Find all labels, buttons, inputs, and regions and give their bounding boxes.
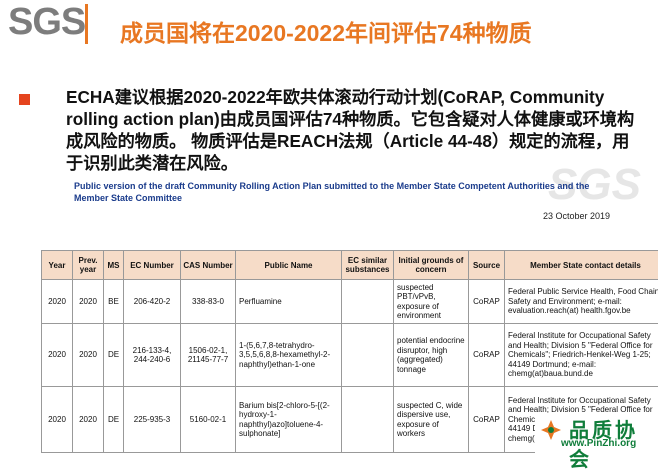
document-heading: Public version of the draft Community Ro…	[74, 180, 614, 204]
cell-similar	[342, 324, 394, 387]
cell-source: CoRAP	[469, 387, 505, 453]
cell-ec-number: 206-420-2	[124, 280, 181, 324]
cell-cas-number: 5160-02-1	[181, 387, 236, 453]
col-header: CAS Number	[181, 251, 236, 280]
pinzhi-watermark: 品质协会 www.PinZhi.org	[535, 414, 658, 453]
page-title: 成员国将在2020-2022年间评估74种物质	[120, 14, 532, 48]
cell-public-name: 1-(5,6,7,8-tetrahydro-3,5,5,6,8,8-hexame…	[236, 324, 342, 387]
col-header: Year	[42, 251, 73, 280]
table-header-row: Year Prev. year MS EC Number CAS Number …	[42, 251, 658, 280]
col-header: EC similar substances	[342, 251, 394, 280]
col-header: Member State contact details	[505, 251, 658, 280]
cell-contact: Federal Institute for Occupational Safet…	[505, 324, 658, 387]
col-header: Source	[469, 251, 505, 280]
cell-contact: Federal Public Service Health, Food Chai…	[505, 280, 658, 324]
cell-ms: DE	[104, 387, 124, 453]
cell-ms: BE	[104, 280, 124, 324]
pinzhi-logo-icon	[539, 418, 563, 442]
cell-prev-year: 2020	[73, 387, 104, 453]
bullet-square-icon	[19, 94, 30, 105]
cell-cas-number: 1506-02-1, 21145-77-7	[181, 324, 236, 387]
pinzhi-url: www.PinZhi.org	[561, 438, 636, 449]
cell-source: CoRAP	[469, 280, 505, 324]
col-header: Prev. year	[73, 251, 104, 280]
cell-ms: DE	[104, 324, 124, 387]
cell-prev-year: 2020	[73, 324, 104, 387]
cell-similar	[342, 387, 394, 453]
col-header: EC Number	[124, 251, 181, 280]
cell-ec-number: 216-133-4, 244-240-6	[124, 324, 181, 387]
col-header: MS	[104, 251, 124, 280]
cell-cas-number: 338-83-0	[181, 280, 236, 324]
cell-grounds: suspected PBT/vPvB, exposure of environm…	[394, 280, 469, 324]
table-row: 2020 2020 DE 216-133-4, 244-240-6 1506-0…	[42, 324, 658, 387]
cell-ec-number: 225-935-3	[124, 387, 181, 453]
cell-year: 2020	[42, 280, 73, 324]
cell-grounds: potential endocrine disruptor, high (agg…	[394, 324, 469, 387]
col-header: Initial grounds of concern	[394, 251, 469, 280]
cell-public-name: Perfluamine	[236, 280, 342, 324]
table-row: 2020 2020 BE 206-420-2 338-83-0 Perfluam…	[42, 280, 658, 324]
document-date: 23 October 2019	[543, 211, 610, 221]
cell-similar	[342, 280, 394, 324]
col-header: Public Name	[236, 251, 342, 280]
cell-year: 2020	[42, 387, 73, 453]
cell-grounds: suspected C, wide dispersive use, exposu…	[394, 387, 469, 453]
cell-public-name: Barium bis[2-chloro-5-[(2-hydroxy-1-naph…	[236, 387, 342, 453]
logo-divider	[85, 4, 88, 44]
cell-year: 2020	[42, 324, 73, 387]
cell-prev-year: 2020	[73, 280, 104, 324]
cell-source: CoRAP	[469, 324, 505, 387]
